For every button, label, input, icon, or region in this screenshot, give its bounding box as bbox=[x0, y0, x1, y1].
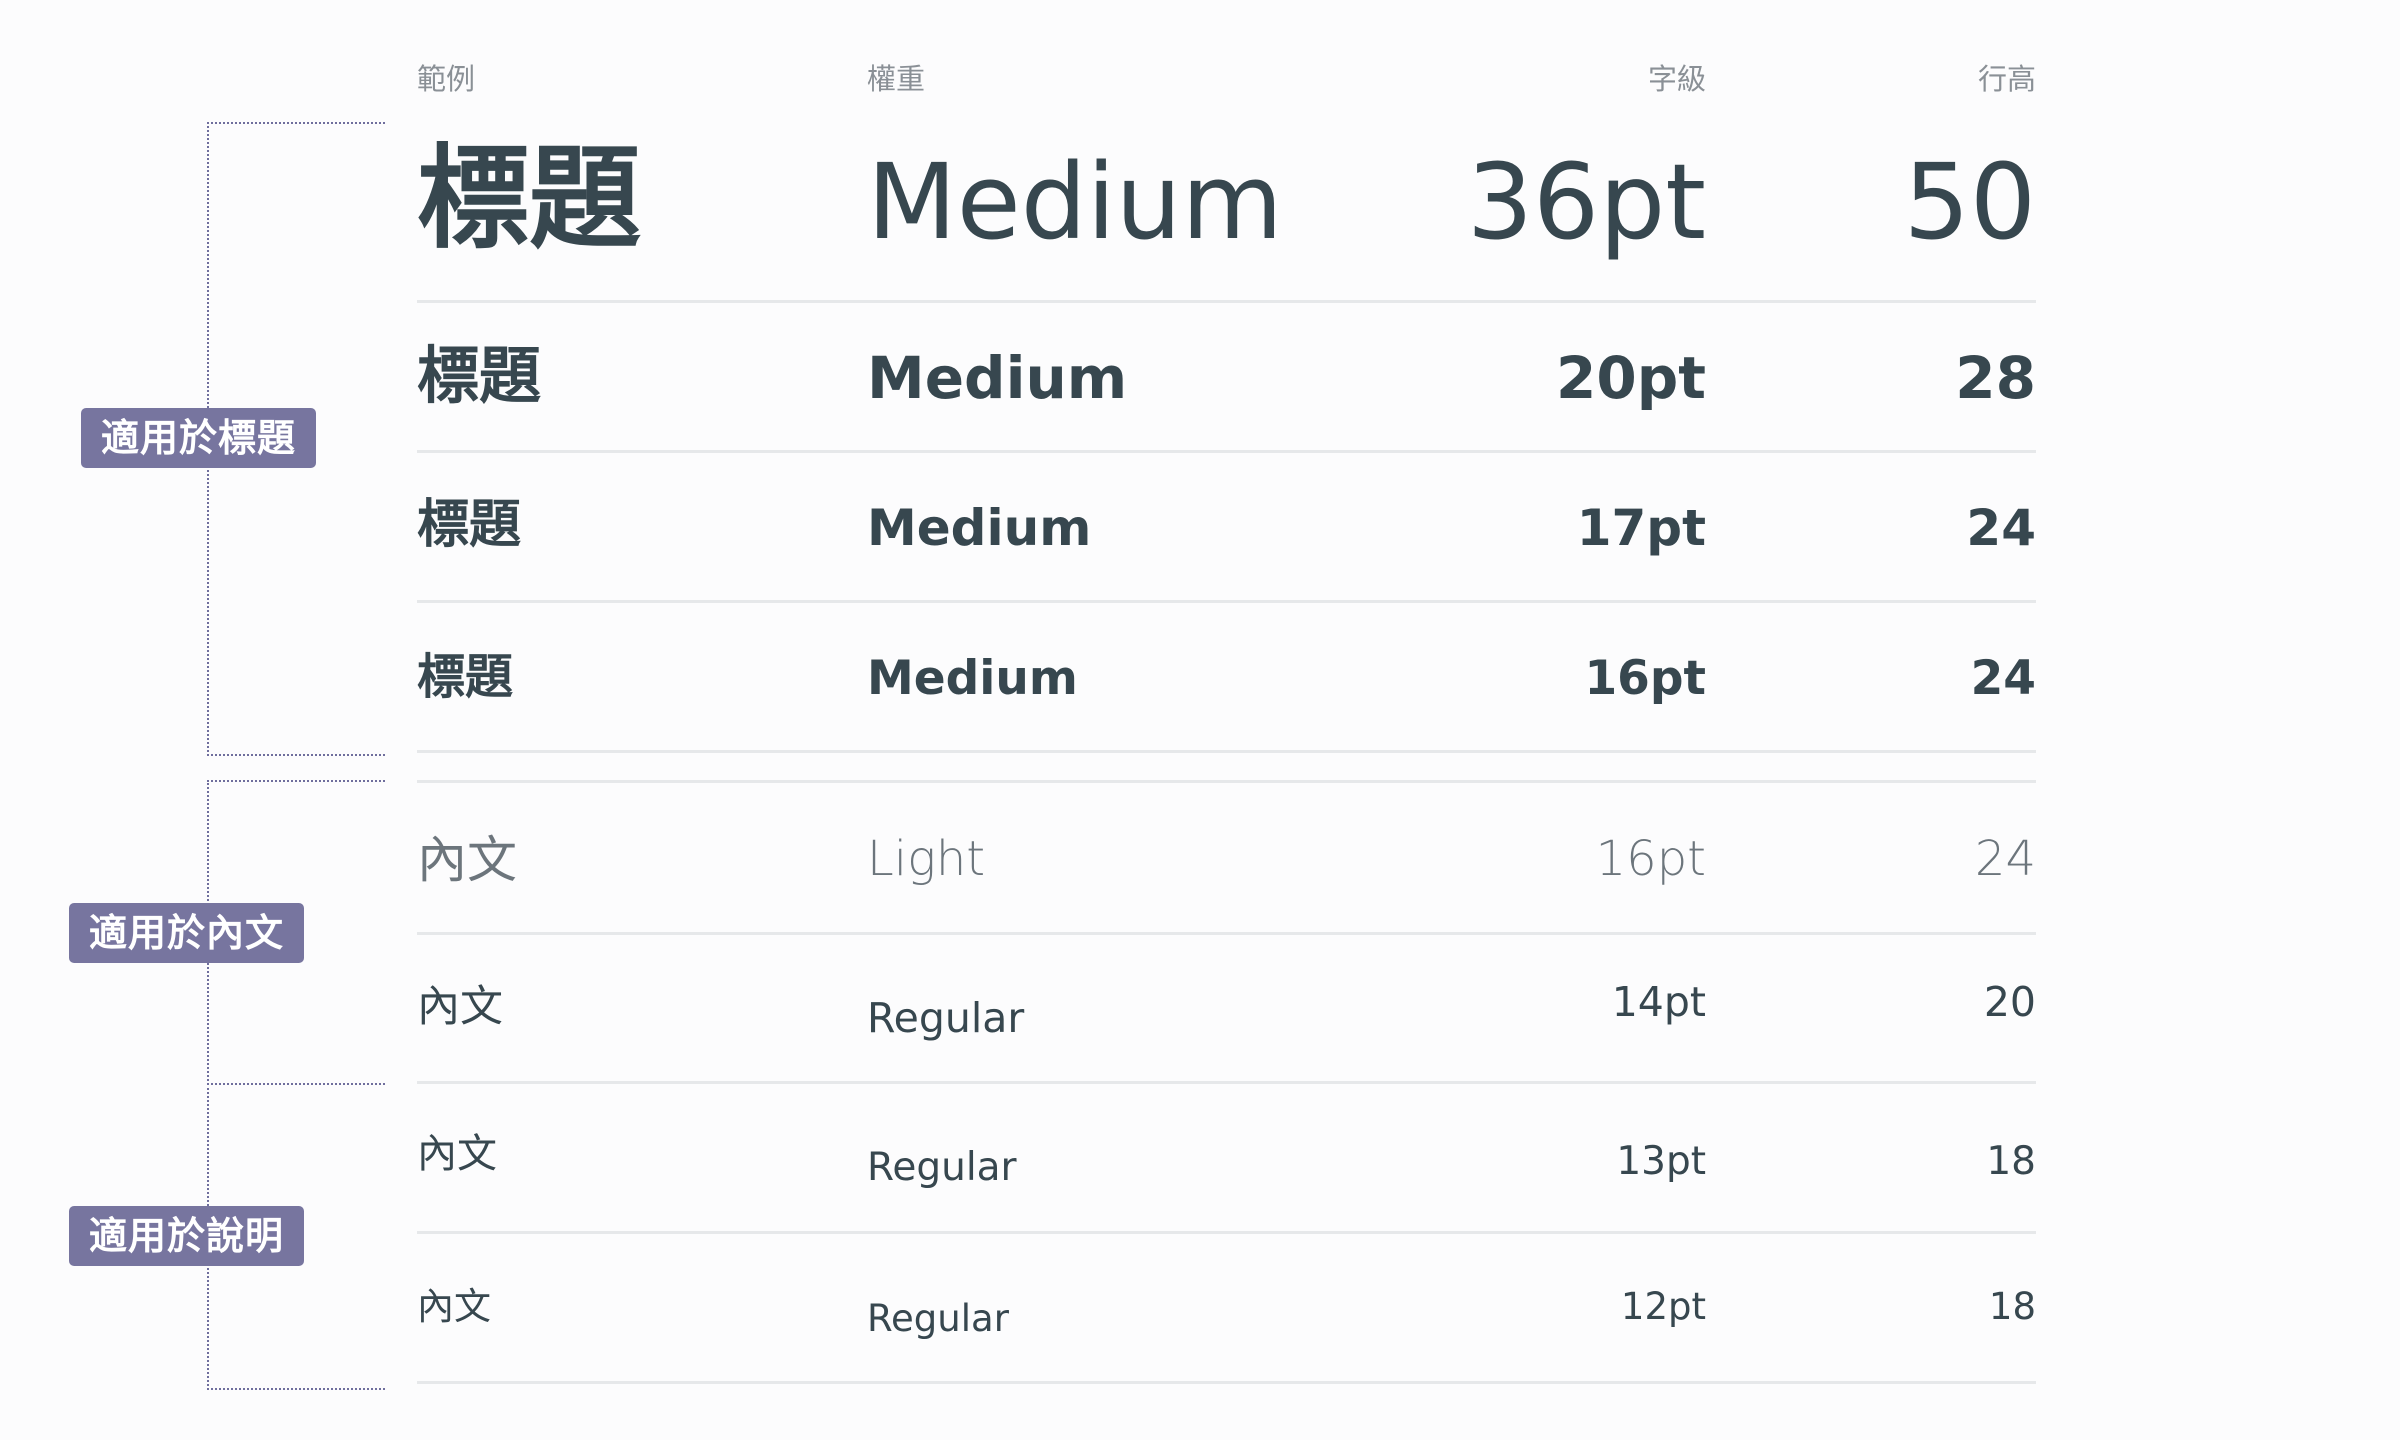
size-value: 13pt bbox=[1616, 1139, 1706, 1184]
line-height-value: 24 bbox=[1966, 499, 2036, 557]
line-height-value: 28 bbox=[1955, 344, 2036, 412]
weight-value: Medium bbox=[867, 141, 1283, 263]
table-row: 標題 Medium 20pt 28 bbox=[417, 303, 2036, 453]
line-height-value: 18 bbox=[1988, 1285, 2036, 1328]
column-header-line-height: 行高 bbox=[1977, 62, 2036, 96]
table-row: 標題 Medium 16pt 24 bbox=[417, 603, 2036, 753]
line-height-value: 24 bbox=[1974, 831, 2036, 887]
sample-text: 內文 bbox=[417, 831, 517, 889]
size-value: 16pt bbox=[1584, 651, 1706, 706]
weight-value: Light bbox=[867, 831, 986, 887]
sample-text: 標題 bbox=[417, 495, 522, 555]
size-value: 14pt bbox=[1611, 978, 1706, 1026]
line-height-value: 18 bbox=[1986, 1139, 2036, 1184]
size-value: 36pt bbox=[1466, 141, 1706, 263]
heading-group-tag: 適用於標題 bbox=[81, 408, 317, 468]
sample-text: 標題 bbox=[417, 649, 514, 705]
table-row: 內文 Regular 14pt 20 bbox=[417, 934, 2036, 1084]
sample-text: 標題 bbox=[417, 339, 542, 412]
size-value: 20pt bbox=[1556, 344, 1706, 412]
table-row: 內文 Light 16pt 24 bbox=[417, 780, 2036, 935]
size-value: 12pt bbox=[1620, 1285, 1706, 1328]
line-height-value: 50 bbox=[1903, 141, 2036, 263]
table-row: 內文 Regular 13pt 18 bbox=[417, 1084, 2036, 1234]
size-value: 17pt bbox=[1576, 499, 1706, 557]
line-height-value: 24 bbox=[1970, 651, 2036, 706]
weight-value: Medium bbox=[867, 499, 1092, 557]
size-value: 16pt bbox=[1595, 831, 1706, 887]
weight-value: Regular bbox=[867, 1297, 1009, 1340]
weight-value: Regular bbox=[867, 994, 1025, 1042]
sample-text: 標題 bbox=[417, 134, 641, 264]
column-header-sample: 範例 bbox=[417, 62, 476, 96]
column-header-size: 字級 bbox=[1647, 62, 1706, 96]
line-height-value: 20 bbox=[1983, 978, 2036, 1026]
sample-text: 內文 bbox=[417, 982, 503, 1032]
body-group-tag: 適用於內文 bbox=[69, 903, 305, 963]
weight-value: Medium bbox=[867, 651, 1078, 706]
weight-value: Regular bbox=[867, 1145, 1017, 1190]
table-row: 標題 Medium 17pt 24 bbox=[417, 453, 2036, 603]
weight-value: Medium bbox=[867, 344, 1128, 412]
table-row: 內文 Regular 12pt 18 bbox=[417, 1234, 2036, 1384]
caption-group-tag: 適用於說明 bbox=[69, 1206, 305, 1266]
table-row: 標題 Medium 36pt 50 bbox=[417, 120, 2036, 303]
column-header-weight: 權重 bbox=[867, 62, 926, 96]
sample-text: 內文 bbox=[417, 1285, 491, 1328]
sample-text: 內文 bbox=[417, 1131, 497, 1177]
